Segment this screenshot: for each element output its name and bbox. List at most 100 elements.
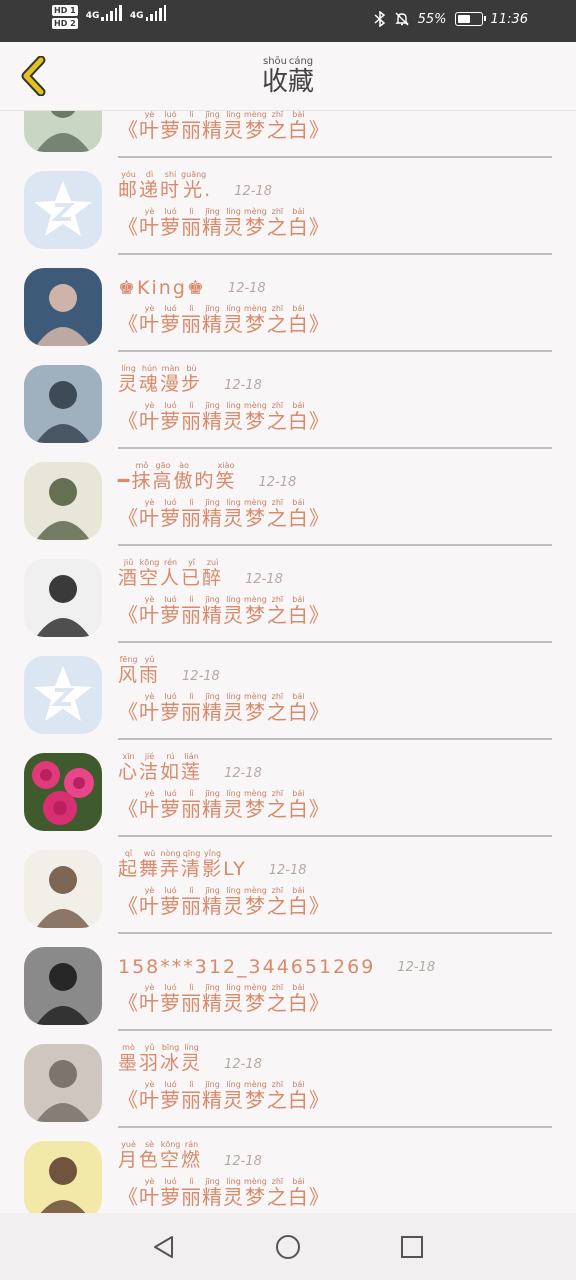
avatar[interactable]	[24, 268, 102, 346]
avatar[interactable]	[24, 656, 102, 734]
list-item[interactable]: 墨mò羽yǔ冰bīng灵líng 12-18 《叶yè 萝luó 丽lì 精jīng 灵lí…	[0, 1031, 576, 1128]
subtitle-char: 之zhī	[266, 401, 288, 433]
subtitle-char: 《	[118, 894, 139, 918]
user-name-char: 清qīng	[181, 849, 203, 880]
subtitle-char: 叶yè	[139, 1080, 160, 1112]
title-char: 收shōu	[261, 56, 288, 97]
subtitle-char: 白bái	[287, 304, 309, 336]
home-circle-icon	[276, 1234, 300, 1259]
item-header-line: 月yuè色sè空kōng燃rán 12-18	[118, 1136, 552, 1172]
user-name-char: 燃rán	[181, 1140, 203, 1171]
avatar[interactable]	[24, 559, 102, 637]
subtitle-char: 丽lì	[181, 207, 202, 239]
subtitle-char: 丽lì	[181, 983, 202, 1015]
favorites-list: 《叶yè 萝luó 丽lì 精jīng 灵líng 梦mèng 之zhī 白bái 》邮yóu递…	[0, 111, 576, 1213]
user-name: 邮yóu递dì时shí光guāng.	[118, 170, 212, 202]
user-name-char: ♚King♚	[118, 277, 206, 299]
user-name-char: 冰bīng	[160, 1043, 182, 1074]
user-name-char: 笑xiào	[215, 461, 237, 492]
item-info: ♚King♚ 12-18 《叶yè 萝luó 丽lì 精jīng 灵líng 梦mèng 之zh…	[118, 263, 552, 337]
subtitle-char: 叶yè	[139, 498, 160, 530]
user-name-char: 洁jié	[139, 752, 161, 783]
nav-home-button[interactable]	[268, 1227, 308, 1267]
user-name-char: 风fēng	[118, 655, 140, 686]
subtitle-char: 《	[118, 991, 139, 1015]
item-date: 12-18	[224, 1057, 262, 1072]
list-item[interactable]: 月yuè色sè空kōng燃rán 12-18 《叶yè 萝luó 丽lì 精jīng 灵lí…	[0, 1128, 576, 1213]
subtitle-char: 灵líng	[223, 401, 244, 433]
subtitle-char: 《	[118, 603, 139, 627]
subtitle-char: 萝luó	[160, 595, 181, 627]
avatar[interactable]	[24, 111, 102, 152]
item-info: ━抹mǒ高gāo傲ào旳笑xiào 12-18 《叶yè 萝luó 丽lì 精jīng 灵l…	[118, 457, 552, 531]
item-subtitle: 《叶yè 萝luó 丽lì 精jīng 灵líng 梦mèng 之zhī 白bái 》	[118, 202, 552, 240]
list-item[interactable]: 风fēng雨yǔ 12-18 《叶yè 萝luó 丽lì 精jīng 灵líng 梦mèng 之…	[0, 643, 576, 740]
subtitle-char: 萝luó	[160, 983, 181, 1015]
subtitle-char: 》	[308, 1088, 330, 1112]
subtitle-char: 《	[118, 312, 139, 336]
avatar[interactable]	[24, 947, 102, 1025]
subtitle-char: 丽lì	[181, 401, 202, 433]
nav-recents-button[interactable]	[392, 1227, 432, 1267]
subtitle-char: 之zhī	[266, 692, 288, 724]
user-name-char: .	[204, 179, 213, 201]
list-item[interactable]: ♚King♚ 12-18 《叶yè 萝luó 丽lì 精jīng 灵líng 梦mèng 之zh…	[0, 255, 576, 352]
back-triangle-icon	[154, 1235, 173, 1258]
user-name-char: 邮yóu	[118, 170, 140, 201]
subtitle-char: 灵líng	[223, 498, 244, 530]
subtitle-char: 白bái	[287, 595, 309, 627]
item-date: 12-18	[268, 863, 307, 878]
subtitle-char: 丽lì	[181, 789, 202, 821]
avatar[interactable]	[24, 1044, 102, 1122]
avatar[interactable]	[24, 171, 102, 249]
subtitle-char: 》	[308, 506, 330, 530]
user-name-char: 递dì	[139, 170, 161, 201]
page-title-text: 收shōu藏cáng	[261, 56, 314, 97]
subtitle-char: 灵líng	[223, 789, 244, 821]
user-name-char: 高gāo	[152, 461, 174, 492]
avatar[interactable]	[24, 753, 102, 831]
item-header-line: 墨mò羽yǔ冰bīng灵líng 12-18	[118, 1039, 552, 1075]
avatar[interactable]	[24, 850, 102, 928]
user-name: 158***312_344651269	[118, 956, 375, 978]
avatar[interactable]	[24, 365, 102, 443]
subtitle-char: 》	[308, 797, 330, 821]
item-subtitle: 《叶yè 萝luó 丽lì 精jīng 灵líng 梦mèng 之zhī 白bái 》	[118, 590, 552, 628]
user-name-char: 灵líng	[118, 364, 140, 395]
list-item[interactable]: 起qǐ舞wǔ弄nòng清qīng影yǐngLY 12-18 《叶yè 萝luó 丽lì 精…	[0, 837, 576, 934]
list-item[interactable]: 酒jiǔ空kōng人rén已yǐ醉zuì 12-18 《叶yè 萝luó 丽lì 精jīn…	[0, 546, 576, 643]
list-item[interactable]: 心xīn洁jié如rú莲lián 12-18 《叶yè 萝luó 丽lì 精jīng 灵lí…	[0, 740, 576, 837]
user-name-char: 光guāng	[181, 170, 207, 201]
subtitle-char: 精jīng	[202, 1080, 223, 1112]
list-item[interactable]: 158***312_344651269 12-18 《叶yè 萝luó 丽lì 精jīng…	[0, 934, 576, 1031]
subtitle-char: 萝luó	[160, 692, 181, 724]
subtitle-char: 精jīng	[202, 886, 223, 918]
user-name: 酒jiǔ空kōng人rén已yǐ醉zuì	[118, 558, 223, 590]
avatar[interactable]	[24, 462, 102, 540]
list-item[interactable]: 邮yóu递dì时shí光guāng. 12-18 《叶yè 萝luó 丽lì 精jīng 灵…	[0, 158, 576, 255]
item-info: 墨mò羽yǔ冰bīng灵líng 12-18 《叶yè 萝luó 丽lì 精jīng 灵lí…	[118, 1039, 552, 1113]
subtitle-char: 灵líng	[223, 886, 244, 918]
item-date: 12-18	[234, 184, 272, 199]
subtitle-char: 萝luó	[160, 111, 181, 142]
nav-back-button[interactable]	[144, 1227, 184, 1267]
subtitle-char: 梦mèng	[244, 886, 267, 918]
subtitle-char: 白bái	[287, 401, 309, 433]
user-name-char: 莲lián	[181, 752, 203, 783]
subtitle-char: 之zhī	[266, 498, 288, 530]
user-name-char: 灵líng	[181, 1043, 203, 1074]
bluetooth-icon	[374, 11, 385, 27]
item-subtitle: 《叶yè 萝luó 丽lì 精jīng 灵líng 梦mèng 之zhī 白bái 》	[118, 1172, 552, 1210]
signal-bars-1-icon	[101, 5, 122, 21]
list-item[interactable]: 灵líng魂hún漫màn步bù 12-18 《叶yè 萝luó 丽lì 精jīng 灵lí…	[0, 352, 576, 449]
subtitle-char: 梦mèng	[244, 304, 267, 336]
avatar[interactable]	[24, 1141, 102, 1213]
list-item[interactable]: 《叶yè 萝luó 丽lì 精jīng 灵líng 梦mèng 之zhī 白bái 》	[0, 111, 576, 158]
user-name: 起qǐ舞wǔ弄nòng清qīng影yǐngLY	[118, 849, 247, 881]
item-date: 12-18	[227, 281, 266, 296]
subtitle-char: 》	[308, 1185, 330, 1209]
item-info: 风fēng雨yǔ 12-18 《叶yè 萝luó 丽lì 精jīng 灵líng 梦mèng 之…	[118, 651, 552, 725]
list-item[interactable]: ━抹mǒ高gāo傲ào旳笑xiào 12-18 《叶yè 萝luó 丽lì 精jīng 灵l…	[0, 449, 576, 546]
item-info: 158***312_344651269 12-18 《叶yè 萝luó 丽lì 精jīng…	[118, 942, 552, 1016]
user-name-char: 如rú	[160, 752, 182, 783]
